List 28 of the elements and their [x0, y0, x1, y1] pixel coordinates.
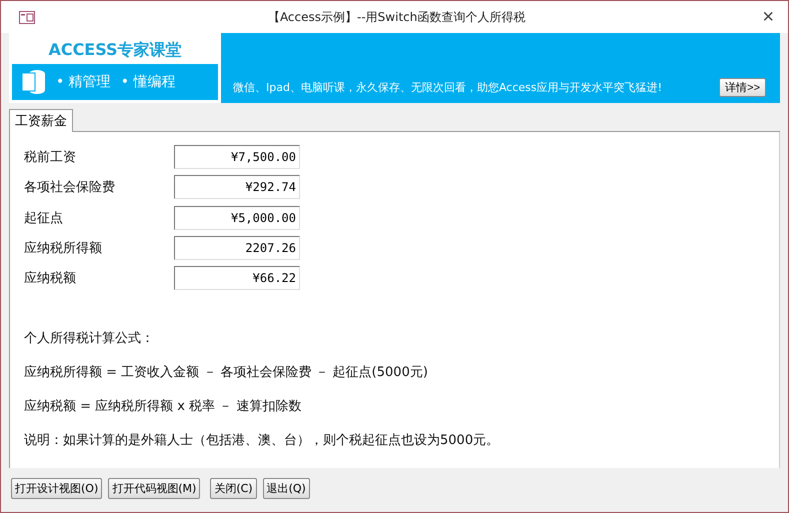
- logo-title: ACCESS专家课堂: [47, 39, 183, 61]
- field-label: 起征点: [24, 210, 64, 227]
- note-text: 应纳税额 = 应纳税所得额 x 税率 － 速算扣除数: [24, 398, 302, 416]
- database-icon: [22, 69, 46, 95]
- field-label: 应纳税额: [24, 270, 77, 288]
- tab[interactable]: 工资薪金: [9, 109, 73, 132]
- window-title: 【Access示例】--用Switch函数查询个人所得税: [266, 8, 526, 26]
- note-text: 应纳税所得额 = 工资收入金额 － 各项社会保险费 － 起征点(5000元): [24, 364, 429, 382]
- close-button[interactable]: ×: [758, 6, 778, 28]
- details-button[interactable]: 详情>>: [719, 78, 766, 97]
- slogan: • 懂编程: [120, 73, 176, 91]
- action-button[interactable]: 退出(Q): [262, 478, 310, 499]
- field-label: 各项社会保险费: [24, 179, 116, 196]
- promo-text: 微信、Ipad、电脑听课，永久保存、无限次回看，助您Access应用与开发水平突飞猛进!: [233, 80, 664, 95]
- field-label: 应纳税所得额: [24, 240, 103, 258]
- note-text: 说明：如果计算的是外籍人士（包括港、澳、台），则个税起征点也设为5000元。: [24, 432, 500, 450]
- action-button[interactable]: 打开代码视图(M): [108, 478, 200, 499]
- input-field[interactable]: ¥5,000.00: [174, 206, 300, 230]
- form-icon: [19, 10, 35, 24]
- input-field[interactable]: ¥66.22: [174, 266, 300, 290]
- action-button[interactable]: 关闭(C): [210, 478, 257, 499]
- input-field[interactable]: ¥292.74: [174, 175, 300, 200]
- input-field[interactable]: 2207.26: [174, 236, 300, 260]
- note-text: 个人所得税计算公式：: [24, 330, 155, 348]
- slogan: • 精管理: [56, 73, 111, 91]
- field-label: 税前工资: [24, 149, 77, 166]
- input-field[interactable]: ¥7,500.00: [174, 145, 300, 170]
- action-button[interactable]: 打开设计视图(O): [11, 478, 102, 499]
